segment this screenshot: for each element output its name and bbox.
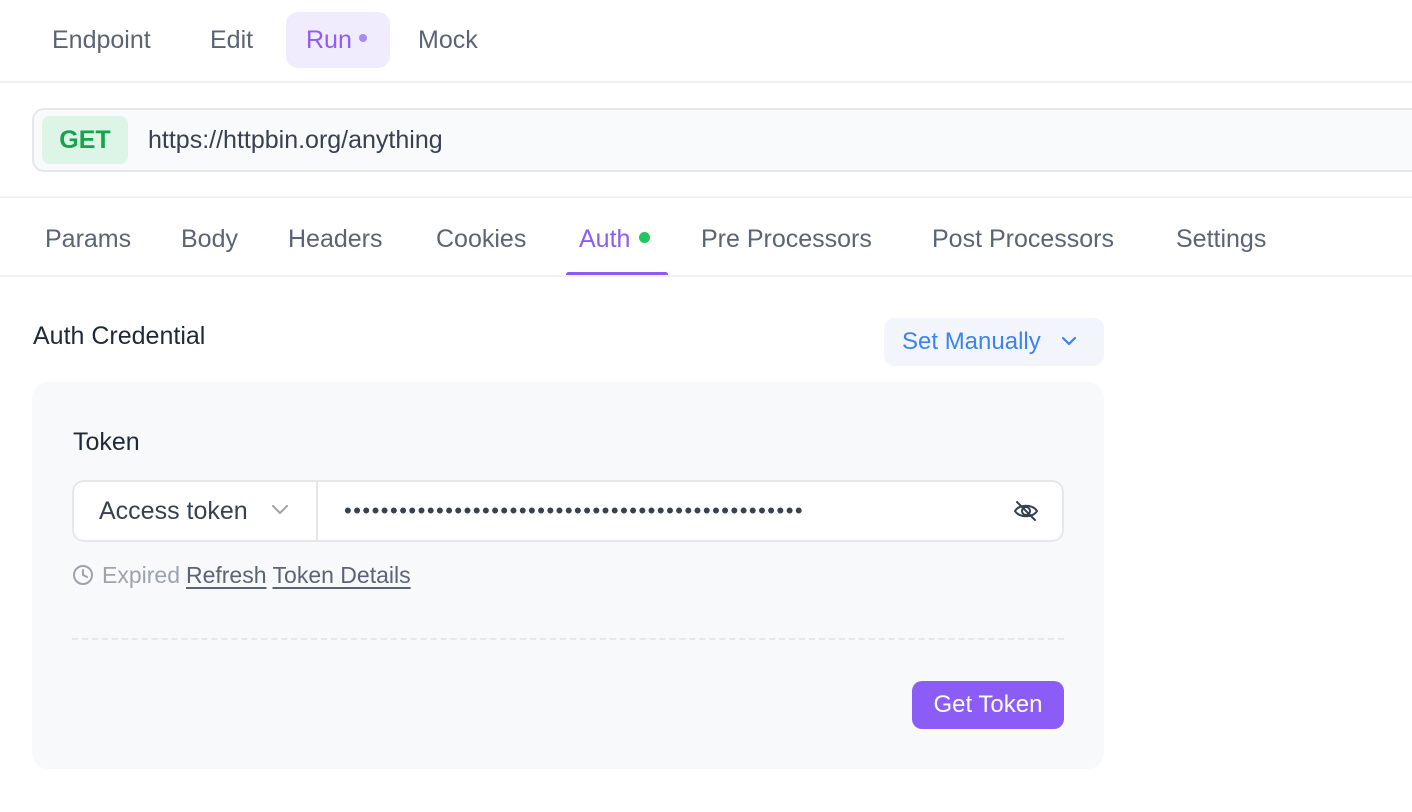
token-status: Expired bbox=[102, 562, 180, 588]
tab-label: Body bbox=[181, 225, 238, 253]
tab-label: Post Processors bbox=[932, 225, 1115, 253]
chevron-down-icon bbox=[1061, 336, 1077, 346]
chevron-down-icon bbox=[272, 505, 288, 514]
mode-tab-edit[interactable]: Edit bbox=[190, 12, 273, 68]
auth-credential-title: Auth Credential bbox=[33, 322, 206, 350]
token-type-label: Access token bbox=[99, 497, 248, 525]
mode-tab-label: Run bbox=[306, 26, 352, 54]
mode-tab-label: Edit bbox=[210, 26, 254, 54]
mode-tab-bar: Endpoint Edit Run Mock bbox=[0, 0, 1412, 83]
mode-tab-label: Mock bbox=[418, 26, 478, 54]
token-details-link[interactable]: Token Details bbox=[273, 562, 411, 588]
tab-params[interactable]: Params bbox=[45, 200, 131, 276]
unsaved-dot bbox=[358, 34, 367, 43]
tab-auth[interactable]: Auth bbox=[579, 200, 651, 276]
mode-tab-run[interactable]: Run bbox=[286, 12, 390, 68]
tab-label: Settings bbox=[1176, 225, 1267, 253]
divider bbox=[0, 275, 1412, 277]
method-selector[interactable]: GET bbox=[42, 116, 128, 164]
mode-tab-mock[interactable]: Mock bbox=[398, 12, 498, 68]
auth-card: Token Access token •••••••••••••••••••••… bbox=[32, 382, 1104, 769]
tab-headers[interactable]: Headers bbox=[288, 200, 383, 276]
refresh-link[interactable]: Refresh bbox=[186, 562, 267, 588]
tab-label: Auth bbox=[579, 225, 631, 253]
divider bbox=[0, 196, 1412, 198]
tab-pre-processors[interactable]: Pre Processors bbox=[701, 200, 872, 276]
tab-cookies[interactable]: Cookies bbox=[436, 200, 526, 276]
token-status-row: Expired Refresh Token Details bbox=[72, 560, 411, 590]
token-field: Access token •••••••••••••••••••••••••••… bbox=[72, 480, 1064, 542]
tab-settings[interactable]: Settings bbox=[1176, 200, 1266, 276]
tab-post-processors[interactable]: Post Processors bbox=[932, 200, 1114, 276]
token-type-dropdown[interactable]: Access token bbox=[74, 482, 318, 540]
tab-label: Cookies bbox=[436, 225, 527, 253]
dashed-divider bbox=[72, 638, 1064, 640]
auth-mode-dropdown[interactable]: Set Manually bbox=[884, 318, 1104, 366]
auth-mode-label: Set Manually bbox=[902, 328, 1041, 355]
auth-status-dot bbox=[639, 231, 651, 243]
tab-label: Headers bbox=[288, 225, 383, 253]
url-input[interactable]: https://httpbin.org/anything bbox=[148, 110, 443, 170]
eye-off-icon[interactable] bbox=[1012, 497, 1040, 525]
url-bar: GET https://httpbin.org/anything bbox=[32, 108, 1412, 172]
tab-body[interactable]: Body bbox=[181, 200, 238, 276]
token-input[interactable]: ••••••••••••••••••••••••••••••••••••••••… bbox=[344, 482, 1004, 540]
mode-tab-endpoint[interactable]: Endpoint bbox=[32, 12, 171, 68]
tab-label: Pre Processors bbox=[701, 225, 872, 253]
clock-icon bbox=[73, 564, 93, 585]
get-token-button[interactable]: Get Token bbox=[912, 681, 1064, 729]
token-label: Token bbox=[73, 428, 140, 456]
mode-tab-label: Endpoint bbox=[52, 26, 151, 54]
tab-label: Params bbox=[45, 225, 132, 253]
